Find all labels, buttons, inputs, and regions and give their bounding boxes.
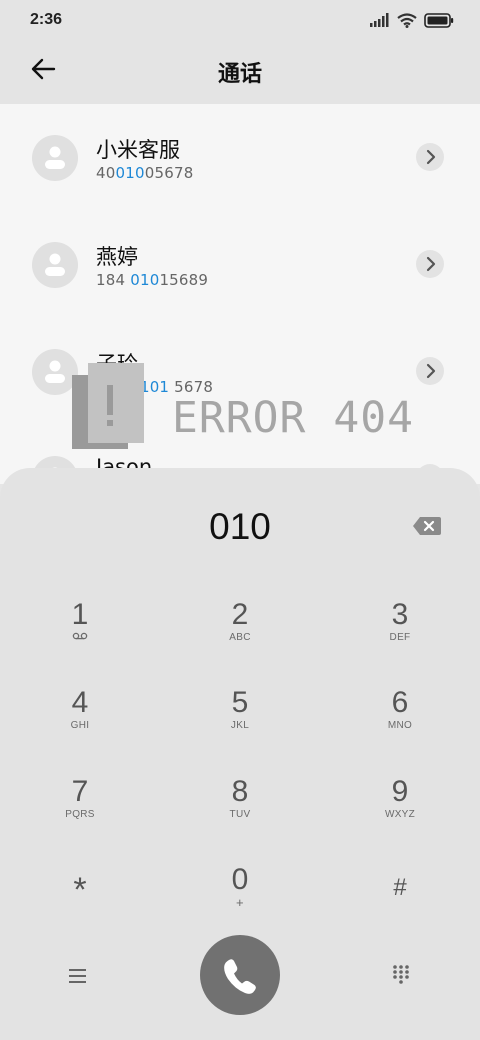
chevron-right-icon bbox=[426, 149, 436, 165]
menu-button[interactable] bbox=[66, 966, 90, 986]
key-digit: 2 bbox=[231, 598, 249, 631]
phone-icon bbox=[224, 959, 256, 994]
chevron-right-icon bbox=[426, 363, 436, 379]
key-letters: DEF bbox=[389, 632, 411, 643]
contact-detail-button[interactable] bbox=[416, 250, 444, 278]
avatar bbox=[32, 135, 78, 181]
key-digit: 7 bbox=[71, 775, 89, 808]
key-letters: MNO bbox=[387, 720, 413, 731]
signal-icon bbox=[370, 13, 389, 27]
contact-name: 燕婷 bbox=[96, 245, 138, 269]
key-digit: # bbox=[393, 874, 407, 901]
key-digit: 9 bbox=[391, 775, 409, 808]
chevron-right-icon bbox=[426, 256, 436, 272]
contact-number: 4001005678 bbox=[96, 164, 194, 182]
key-letters: TUV bbox=[229, 809, 251, 820]
status-icons bbox=[370, 12, 454, 28]
key-digit: * bbox=[73, 871, 87, 909]
key-digit: 5 bbox=[231, 686, 249, 719]
contact-name: 小米客服 bbox=[96, 138, 180, 162]
contact-row[interactable]: 燕婷 184 01015689 bbox=[0, 211, 480, 311]
key-9[interactable]: 9 WXYZ bbox=[340, 777, 460, 857]
error-404-text: ERROR 404 bbox=[172, 393, 414, 443]
key-digit: 8 bbox=[231, 775, 249, 808]
backspace-icon bbox=[413, 517, 441, 535]
key-letters: PQRS bbox=[65, 809, 95, 820]
voicemail-icon bbox=[20, 632, 140, 643]
menu-icon bbox=[69, 969, 86, 983]
key-0[interactable]: 0 + bbox=[180, 865, 300, 945]
key-digit: 6 bbox=[391, 686, 409, 719]
key-letters: JKL bbox=[230, 720, 250, 731]
key-star[interactable]: * bbox=[20, 873, 140, 953]
status-time: 2:36 bbox=[30, 11, 63, 28]
key-hash[interactable]: # bbox=[340, 873, 460, 953]
backspace-button[interactable] bbox=[412, 516, 442, 536]
wifi-icon bbox=[397, 12, 417, 28]
person-icon bbox=[45, 146, 65, 169]
key-letters: + bbox=[236, 895, 244, 910]
key-1[interactable]: 1 bbox=[20, 600, 140, 680]
battery-icon bbox=[424, 12, 454, 28]
error-warning-graphic bbox=[72, 363, 144, 449]
contact-detail-button[interactable] bbox=[416, 357, 444, 385]
contact-number: 184 01015689 bbox=[96, 271, 209, 289]
exclamation-icon bbox=[72, 363, 144, 449]
contact-row[interactable]: 小米客服 4001005678 bbox=[0, 104, 480, 204]
key-letters: ABC bbox=[229, 632, 251, 643]
key-6[interactable]: 6 MNO bbox=[340, 688, 460, 768]
person-icon bbox=[45, 253, 65, 276]
status-bar: 2:36 bbox=[0, 0, 480, 40]
key-8[interactable]: 8 TUV bbox=[180, 777, 300, 857]
dialpad-icon bbox=[393, 965, 409, 984]
page-title: 通话 bbox=[217, 62, 262, 87]
key-2[interactable]: 2 ABC bbox=[180, 600, 300, 680]
contact-detail-button[interactable] bbox=[416, 143, 444, 171]
key-3[interactable]: 3 DEF bbox=[340, 600, 460, 680]
dialer-panel: 010 1 2 ABC 3 DEF 4 GHI 5 JKL 6 MNO 7 PQ… bbox=[0, 468, 480, 1040]
avatar bbox=[32, 242, 78, 288]
key-7[interactable]: 7 PQRS bbox=[20, 777, 140, 857]
key-letters: GHI bbox=[70, 720, 90, 731]
call-button[interactable] bbox=[200, 935, 280, 1015]
key-digit: 4 bbox=[71, 686, 89, 719]
dialpad-toggle-button[interactable] bbox=[391, 964, 411, 984]
dial-input-display[interactable]: 010 bbox=[0, 506, 480, 548]
key-digit: 3 bbox=[391, 598, 409, 631]
key-digit: 0 bbox=[231, 863, 249, 896]
app-header: 通话 bbox=[0, 40, 480, 104]
key-digit: 1 bbox=[71, 598, 89, 631]
key-letters: WXYZ bbox=[384, 809, 416, 820]
key-4[interactable]: 4 GHI bbox=[20, 688, 140, 768]
key-5[interactable]: 5 JKL bbox=[180, 688, 300, 768]
